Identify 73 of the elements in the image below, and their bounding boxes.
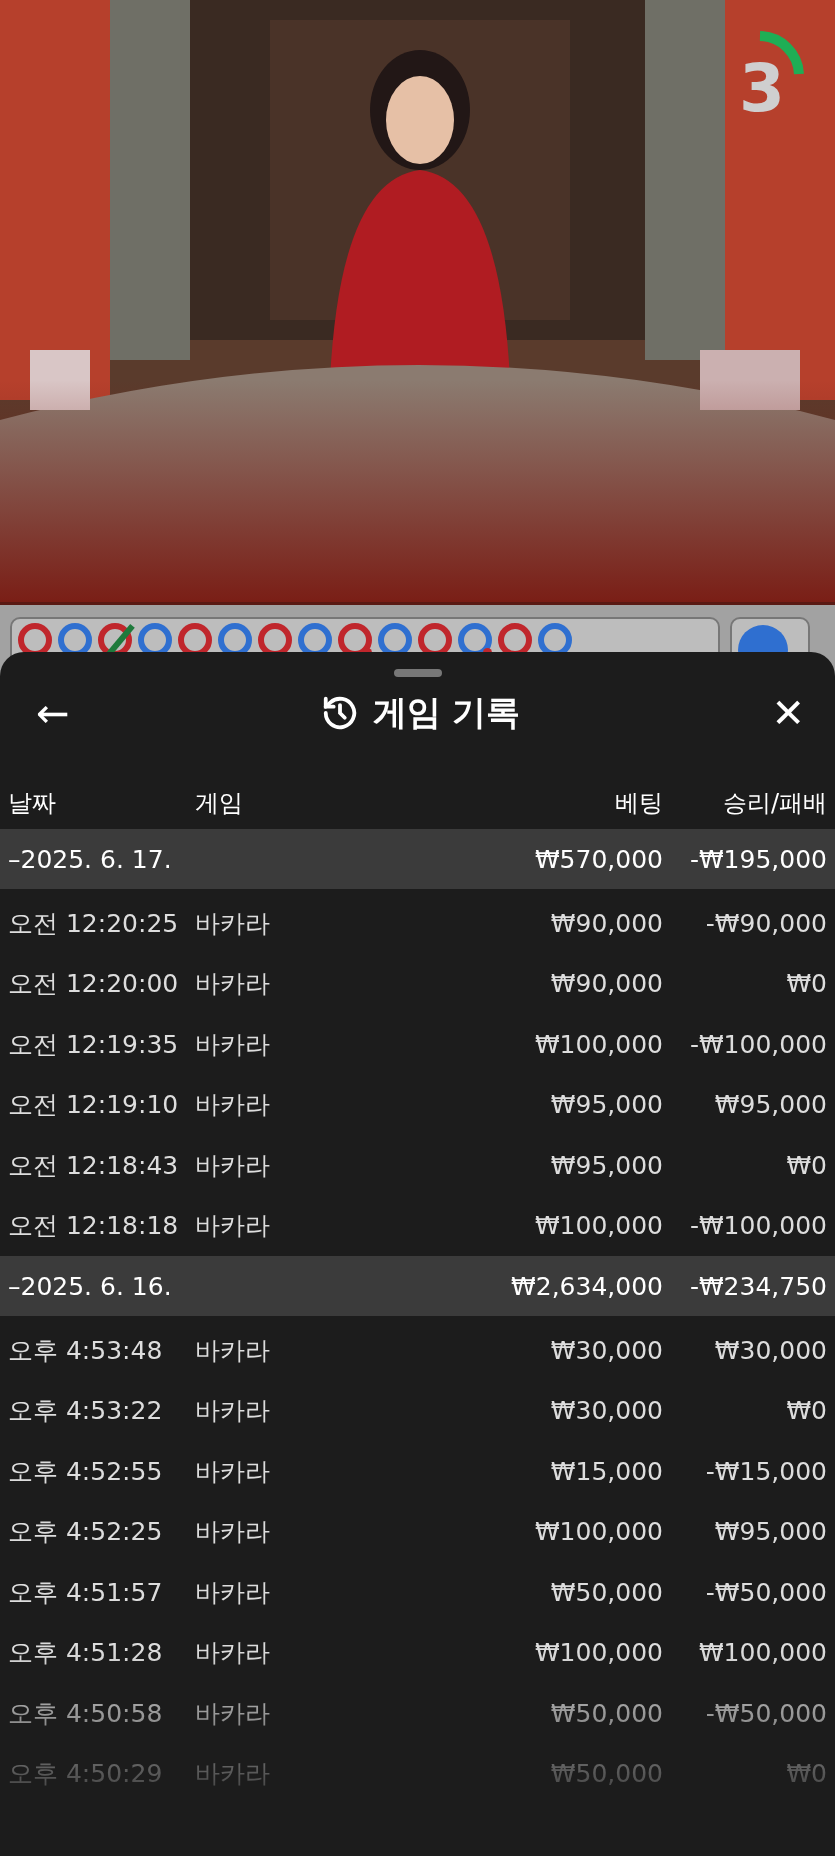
bet-cell-text: ₩15,000 bbox=[549, 1456, 663, 1486]
game-cell-text: 바카라 bbox=[195, 1516, 271, 1549]
bet-cell-text: ₩30,000 bbox=[549, 1396, 663, 1426]
result-cell-text: -₩50,000 bbox=[704, 1577, 827, 1607]
game-cell-text: 바카라 bbox=[195, 1210, 271, 1243]
game-cell-text: 바카라 bbox=[195, 1028, 271, 1061]
back-button[interactable]: ← bbox=[36, 693, 70, 733]
bet-cell-text: ₩50,000 bbox=[549, 1759, 663, 1789]
result-cell-text: ₩0 bbox=[785, 969, 827, 999]
column-header: 날짜 bbox=[8, 788, 57, 819]
drag-handle[interactable] bbox=[393, 669, 442, 677]
time-cell-text: 오전 12:20:25 bbox=[8, 907, 180, 940]
bet-cell-text: ₩100,000 bbox=[533, 1638, 663, 1668]
result-cell-text: ₩0 bbox=[785, 1150, 827, 1180]
result-cell-text: ₩30,000 bbox=[713, 1335, 827, 1365]
result-cell-text: ₩95,000 bbox=[713, 1517, 827, 1547]
close-button[interactable]: ✕ bbox=[771, 693, 805, 733]
game-cell-text: 바카라 bbox=[195, 1697, 271, 1730]
group-result-total: -₩195,000 bbox=[688, 844, 827, 874]
group-result-total: -₩234,750 bbox=[688, 1271, 827, 1301]
result-cell-text: -₩100,000 bbox=[688, 1029, 827, 1059]
countdown-number: 3 bbox=[739, 56, 785, 122]
result-cell-text: ₩100,000 bbox=[697, 1638, 827, 1668]
time-cell-text: 오후 4:52:55 bbox=[8, 1455, 164, 1488]
group-bet-total: ₩570,000 bbox=[533, 844, 663, 874]
game-cell-text: 바카라 bbox=[195, 1576, 271, 1609]
bet-cell-text: ₩50,000 bbox=[549, 1698, 663, 1728]
game-cell-text: 바카라 bbox=[195, 968, 271, 1001]
bet-cell-text: ₩50,000 bbox=[549, 1577, 663, 1607]
time-cell-text: 오후 4:52:25 bbox=[8, 1516, 164, 1549]
group-date: –2025. 6. 17. bbox=[8, 844, 173, 874]
group-date: –2025. 6. 16. bbox=[8, 1271, 173, 1301]
game-cell-text: 바카라 bbox=[195, 1089, 271, 1122]
result-cell-text: ₩0 bbox=[785, 1759, 827, 1789]
time-cell-text: 오전 12:19:10 bbox=[8, 1089, 180, 1122]
game-cell-text: 바카라 bbox=[195, 1149, 271, 1182]
game-cell-text: 바카라 bbox=[195, 1334, 271, 1367]
time-cell-text: 오전 12:19:35 bbox=[8, 1028, 180, 1061]
result-cell-text: -₩15,000 bbox=[704, 1456, 827, 1486]
time-cell-text: 오전 12:18:18 bbox=[8, 1210, 180, 1243]
time-cell-text: 오후 4:50:58 bbox=[8, 1697, 164, 1730]
date-group-row[interactable]: –2025. 6. 17. ₩570,000 -₩195,000 bbox=[0, 829, 835, 889]
column-header: 베팅 bbox=[614, 788, 663, 819]
bet-cell-text: ₩100,000 bbox=[533, 1517, 663, 1547]
time-cell-text: 오후 4:50:29 bbox=[8, 1758, 164, 1791]
result-cell-text: -₩50,000 bbox=[704, 1698, 827, 1728]
bet-cell-text: ₩90,000 bbox=[549, 969, 663, 999]
bet-cell-text: ₩95,000 bbox=[549, 1150, 663, 1180]
result-cell-text: ₩95,000 bbox=[713, 1090, 827, 1120]
group-bet-total: ₩2,634,000 bbox=[510, 1271, 663, 1301]
game-cell-text: 바카라 bbox=[195, 1455, 271, 1488]
bet-cell-text: ₩95,000 bbox=[549, 1090, 663, 1120]
game-cell-text: 바카라 bbox=[195, 1758, 271, 1791]
game-cell-text: 바카라 bbox=[195, 907, 271, 940]
result-cell-text: ₩0 bbox=[785, 1396, 827, 1426]
column-header: 승리/패배 bbox=[721, 788, 827, 819]
time-cell-text: 오후 4:51:28 bbox=[8, 1637, 164, 1670]
bet-cell-text: ₩100,000 bbox=[533, 1029, 663, 1059]
bet-cell-text: ₩90,000 bbox=[549, 908, 663, 938]
result-cell-text: -₩90,000 bbox=[704, 908, 827, 938]
bet-cell-text: ₩100,000 bbox=[533, 1211, 663, 1241]
time-cell-text: 오후 4:53:48 bbox=[8, 1334, 164, 1367]
time-cell-text: 오전 12:18:43 bbox=[8, 1149, 180, 1182]
time-cell-text: 오후 4:53:22 bbox=[8, 1395, 164, 1428]
time-cell-text: 오전 12:20:00 bbox=[8, 968, 180, 1001]
column-header: 게임 bbox=[195, 788, 244, 819]
game-cell-text: 바카라 bbox=[195, 1637, 271, 1670]
game-cell-text: 바카라 bbox=[195, 1395, 271, 1428]
bet-cell-text: ₩30,000 bbox=[549, 1335, 663, 1365]
sheet-title: 게임 기록 bbox=[372, 691, 521, 734]
time-cell-text: 오후 4:51:57 bbox=[8, 1576, 164, 1609]
date-group-row[interactable]: –2025. 6. 16. ₩2,634,000 -₩234,750 bbox=[0, 1256, 835, 1316]
result-cell-text: -₩100,000 bbox=[688, 1211, 827, 1241]
